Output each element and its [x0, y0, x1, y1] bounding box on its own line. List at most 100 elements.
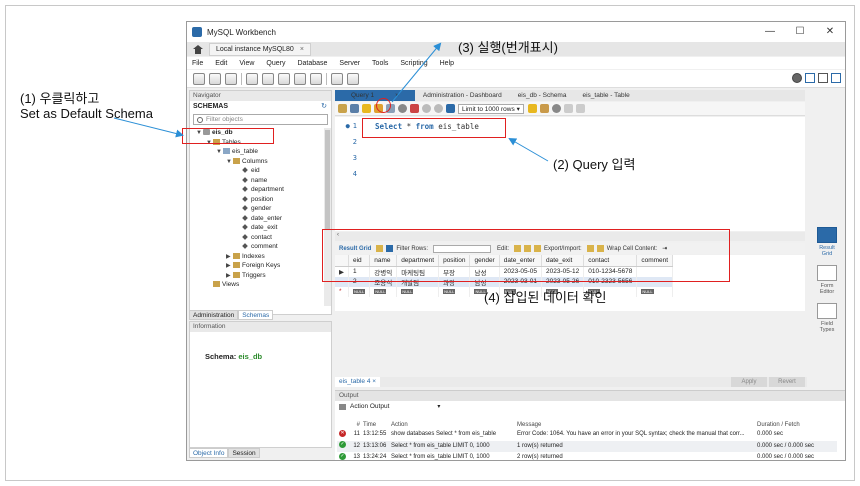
tree-item[interactable]: comment [190, 242, 325, 252]
tree-item[interactable]: gender [190, 204, 325, 214]
home-icon[interactable] [193, 44, 203, 54]
null-cell[interactable]: NULL [438, 286, 471, 297]
tab-session[interactable]: Session [228, 448, 260, 458]
chevron-down-icon[interactable]: ▾ [437, 403, 440, 410]
error-icon: ✕ [339, 429, 346, 437]
tab-eis-db-schema[interactable]: eis_db - Schema [510, 90, 575, 101]
success-icon: ✓ [339, 452, 346, 460]
annotation-step3: (3) 실행(번개표시) [458, 40, 558, 55]
stop-icon[interactable] [398, 104, 407, 113]
beautify-icon[interactable] [539, 104, 549, 113]
column-icon [242, 214, 248, 221]
commit-icon[interactable] [422, 104, 431, 113]
output-row[interactable]: ✓ 12 13:13:06 Select * from eis_table LIMIT… [337, 440, 837, 452]
tree-item-label: eid [251, 167, 260, 174]
add-snippet-icon[interactable] [527, 104, 537, 113]
create-view-icon[interactable] [278, 72, 290, 85]
tree-item[interactable]: ▼ Columns [190, 157, 325, 167]
menu-edit[interactable]: Edit [215, 60, 227, 67]
output-selector[interactable]: Action Output ▾ [339, 403, 841, 410]
menu-query[interactable]: Query [266, 60, 285, 67]
new-sql-tab-icon[interactable] [193, 72, 205, 85]
minimize-button[interactable]: — [755, 22, 785, 42]
close-icon[interactable]: × [372, 378, 376, 385]
menu-server[interactable]: Server [339, 60, 360, 67]
tree-item[interactable]: eid [190, 166, 325, 176]
tree-item[interactable]: ▶ Foreign Keys [190, 261, 325, 271]
filter-objects-input[interactable]: Filter objects [193, 114, 328, 125]
tab-administration-dashboard[interactable]: Administration - Dashboard [415, 90, 510, 101]
null-cell[interactable]: NULL [396, 286, 440, 297]
tree-item[interactable]: date_exit [190, 223, 325, 233]
create-schema-icon[interactable] [246, 72, 258, 85]
form-editor-side-button[interactable]: Form Editor [814, 265, 840, 295]
tree-item[interactable]: contact [190, 233, 325, 243]
tab-query-1-label: Query 1 [351, 92, 375, 99]
tab-eis-table-table[interactable]: eis_table - Table [574, 90, 637, 101]
close-icon[interactable]: × [300, 46, 304, 53]
find-icon[interactable] [551, 104, 561, 113]
info-tabs: Object Info Session [189, 448, 332, 458]
tree-item[interactable]: department [190, 185, 325, 195]
tab-schemas[interactable]: Schemas [238, 310, 274, 320]
open-file-icon[interactable] [338, 104, 347, 113]
tab-object-info[interactable]: Object Info [189, 448, 229, 458]
tree-item[interactable]: position [190, 195, 325, 205]
create-function-icon[interactable] [310, 72, 322, 85]
tree-item[interactable]: name [190, 176, 325, 186]
highlight-schema-box [182, 128, 274, 144]
tree-item[interactable]: ▶ Indexes [190, 252, 325, 262]
autocommit-icon[interactable] [446, 104, 455, 113]
save-icon[interactable] [350, 104, 359, 113]
null-cell[interactable]: NULL [636, 286, 674, 297]
tree-item[interactable]: date_enter [190, 214, 325, 224]
field-types-side-button[interactable]: Field Types [814, 303, 840, 333]
rollback-icon[interactable] [434, 104, 443, 113]
menu-database[interactable]: Database [297, 60, 327, 67]
maximize-button[interactable]: ☐ [785, 22, 815, 42]
close-window-button[interactable]: ✕ [815, 22, 845, 42]
null-cell[interactable]: NULL [348, 286, 371, 297]
tab-query-1[interactable]: Query 1 × [335, 90, 415, 101]
menu-view[interactable]: View [239, 60, 254, 67]
navigator-panel: Navigator SCHEMAS ↻ Filter objects ▼ eis_… [189, 90, 332, 315]
inspector-icon[interactable] [225, 72, 237, 85]
tab-administration[interactable]: Administration [189, 310, 239, 320]
execute-lightning-icon[interactable] [362, 104, 371, 113]
toggle-output-icon[interactable] [818, 73, 828, 83]
toggle-sidebar-icon[interactable] [805, 73, 815, 83]
result-grid-side-button[interactable]: Result Grid [814, 227, 840, 257]
reconnect-icon[interactable] [347, 72, 359, 85]
line-gutter: ● 1 2 3 4 [335, 117, 357, 231]
result-tab[interactable]: eis_table 4 × [335, 377, 381, 387]
scrollbar-thumb[interactable] [325, 130, 330, 230]
tree-item[interactable]: ▼ eis_table [190, 147, 325, 157]
search-table-data-icon[interactable] [331, 72, 343, 85]
tree-item[interactable]: Views [190, 280, 325, 290]
wrap-lines-icon[interactable] [575, 104, 585, 113]
menu-file[interactable]: File [192, 60, 203, 67]
open-sql-script-icon[interactable] [209, 72, 221, 85]
create-procedure-icon[interactable] [294, 72, 306, 85]
null-cell[interactable]: NULL [369, 286, 398, 297]
invisible-chars-icon[interactable] [563, 104, 573, 113]
output-row[interactable]: ✓ 13 13:24:24 Select * from eis_table LIMIT… [337, 452, 837, 460]
revert-button[interactable]: Revert [769, 377, 805, 387]
create-table-icon[interactable] [262, 72, 274, 85]
close-icon[interactable]: × [387, 92, 407, 99]
toggle-error-icon[interactable] [410, 104, 419, 113]
toggle-secondary-sidebar-icon[interactable] [831, 73, 841, 83]
tree-item[interactable]: ▶ Triggers [190, 271, 325, 281]
grid-view-icon [817, 227, 837, 243]
column-icon [242, 186, 248, 193]
connection-tab[interactable]: Local instance MySQL80 × [209, 42, 311, 56]
menu-scripting[interactable]: Scripting [400, 60, 427, 67]
menu-help[interactable]: Help [440, 60, 454, 67]
output-row[interactable]: ✕ 11 13:12:55 show databases Select * from … [337, 429, 837, 441]
apply-button[interactable]: Apply [731, 377, 767, 387]
annotation-step4: (4) 삽입된 데이터 확인 [484, 290, 607, 305]
gear-icon[interactable] [792, 73, 802, 83]
limit-rows-select[interactable]: Limit to 1000 rows ▾ [458, 103, 524, 114]
refresh-icon[interactable]: ↻ [321, 101, 327, 113]
menu-tools[interactable]: Tools [372, 60, 388, 67]
